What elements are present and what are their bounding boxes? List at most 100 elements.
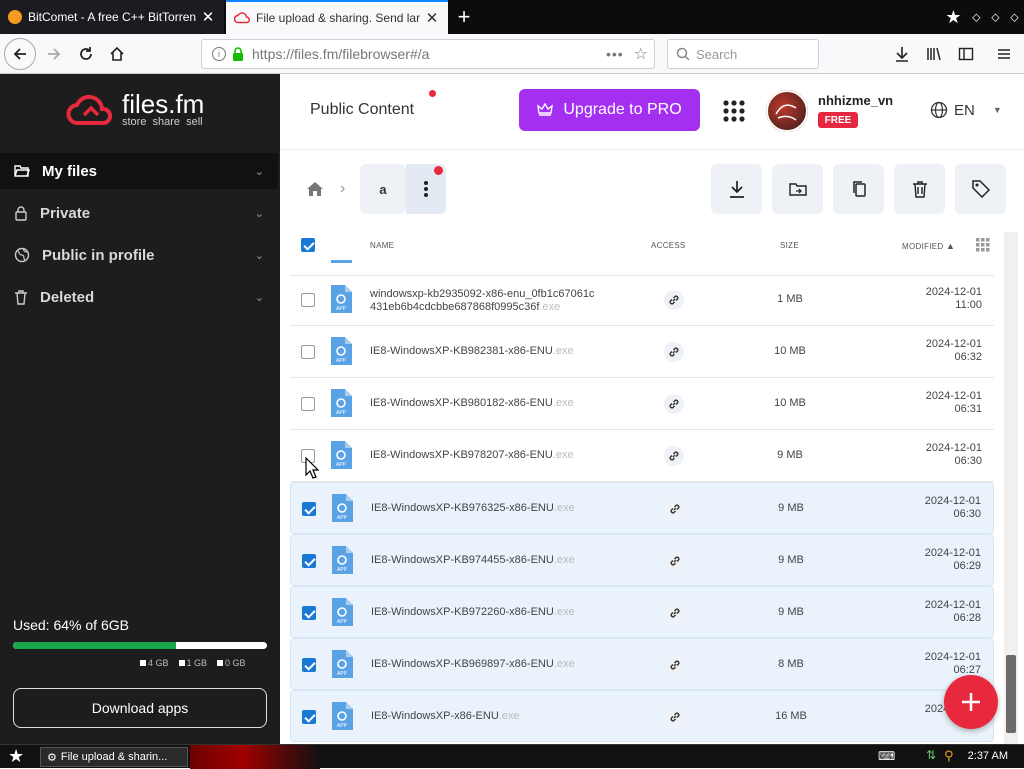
column-header-access[interactable]: ACCESS	[651, 241, 686, 250]
downloads-button[interactable]	[886, 38, 918, 70]
back-button[interactable]	[4, 38, 36, 70]
breadcrumb-current-folder[interactable]: a	[360, 164, 406, 214]
table-row[interactable]: APP IE8-WindowsXP-KB974455-x86-ENU.exe 9 M…	[290, 534, 994, 586]
browser-tab-bitcomet[interactable]: BitComet - A free C++ BitTorrent ... ✕	[0, 0, 224, 34]
table-row[interactable]: APP IE8-WindowsXP-KB972260-x86-ENU.exe 9 M…	[290, 586, 994, 638]
row-checkbox[interactable]	[302, 658, 316, 672]
tag-button[interactable]	[955, 164, 1006, 214]
sidebar-item-deleted[interactable]: Deleted ⌄	[0, 279, 278, 315]
reload-button[interactable]	[70, 38, 102, 70]
file-modified-date: 2024-12-01 06:30	[925, 442, 982, 467]
row-checkbox[interactable]	[302, 710, 316, 724]
share-link-icon[interactable]	[665, 655, 685, 675]
row-checkbox[interactable]	[302, 502, 316, 516]
url-bar[interactable]: i https://files.fm/filebrowser#/a ••• ☆	[201, 39, 655, 69]
avatar[interactable]	[766, 90, 808, 132]
file-name[interactable]: IE8-WindowsXP-x86-ENU.exe	[371, 710, 520, 722]
select-all-checkbox[interactable]	[301, 238, 315, 252]
copy-button[interactable]	[833, 164, 884, 214]
add-button[interactable]	[944, 675, 998, 729]
search-tray-icon[interactable]: ⚲	[944, 748, 954, 764]
language-label: EN	[954, 101, 975, 119]
delete-button[interactable]	[894, 164, 945, 214]
row-checkbox[interactable]	[301, 293, 315, 307]
exe-file-icon: APP	[330, 493, 354, 523]
share-link-icon[interactable]	[665, 603, 685, 623]
file-name[interactable]: windowsxp-kb2935092-x86-enu_0fb1c67061c 4…	[370, 288, 594, 314]
scrollbar-thumb[interactable]	[1006, 655, 1016, 733]
close-tab-icon[interactable]: ✕	[424, 10, 440, 27]
file-modified-date: 2024-12-01 06:29	[924, 547, 981, 572]
info-icon[interactable]: i	[212, 47, 226, 61]
table-row[interactable]: APP IE8-WindowsXP-KB980182-x86-ENU.exe 10 …	[290, 378, 994, 430]
file-name[interactable]: IE8-WindowsXP-KB969897-x86-ENU.exe	[371, 658, 575, 670]
search-bar[interactable]: Search	[667, 39, 819, 69]
file-size: 9 MB	[778, 606, 804, 618]
sidebar-item-my-files[interactable]: My files ⌄	[0, 153, 278, 189]
table-row[interactable]: APP IE8-WindowsXP-KB982381-x86-ENU.exe 10 …	[290, 326, 994, 378]
row-checkbox[interactable]	[301, 397, 315, 411]
keyboard-icon[interactable]: ⌨	[878, 749, 895, 763]
share-link-icon[interactable]	[665, 707, 685, 727]
row-checkbox[interactable]	[301, 345, 315, 359]
minimize-window-icon[interactable]: ⬦	[991, 10, 999, 25]
exe-file-icon: APP	[329, 260, 353, 264]
page-actions-icon[interactable]: •••	[606, 46, 624, 62]
row-checkbox[interactable]	[302, 606, 316, 620]
svg-text:APP: APP	[337, 515, 348, 521]
column-header-modified[interactable]: MODIFIED ▲	[902, 241, 955, 251]
column-header-name[interactable]: NAME	[370, 241, 394, 250]
taskbar-window-button[interactable]: ⚙ File upload & sharin...	[40, 747, 188, 767]
filesfm-logo[interactable]: files.fm store share sell	[66, 91, 204, 128]
start-star-icon[interactable]: ★	[8, 746, 24, 767]
table-row[interactable]: APP windowsxp-kb2935092-x86-enu_0fb1c6706…	[290, 274, 994, 326]
library-button[interactable]	[918, 38, 950, 70]
forward-button[interactable]	[38, 38, 70, 70]
close-tab-icon[interactable]: ✕	[200, 9, 216, 26]
column-header-size[interactable]: SIZE	[780, 241, 799, 250]
folder-move-icon	[788, 183, 807, 196]
share-link-icon[interactable]	[664, 290, 684, 310]
menu-button[interactable]	[988, 38, 1020, 70]
move-to-folder-button[interactable]	[772, 164, 823, 214]
file-modified-date: 2024-12-01 06:30	[924, 495, 981, 520]
username[interactable]: nhhizme_vn	[818, 93, 893, 108]
file-name[interactable]: IE8-WindowsXP-KB972260-x86-ENU.exe	[371, 606, 575, 618]
share-link-icon[interactable]	[665, 551, 685, 571]
browser-tab-filesfm[interactable]: File upload & sharing. Send large ... ✕	[226, 0, 448, 34]
file-name[interactable]: IE8-WindowsXP-KB982381-x86-ENU.exe	[370, 345, 574, 357]
file-name[interactable]: IE8-WindowsXP-KB980182-x86-ENU.exe	[370, 397, 574, 409]
file-name[interactable]: IE8-WindowsXP-KB974455-x86-ENU.exe	[371, 554, 575, 566]
restore-window-icon[interactable]: ⬦	[972, 10, 980, 25]
sidebar-toggle-button[interactable]	[950, 38, 982, 70]
taskbar-window-title: File upload & sharin...	[60, 751, 168, 763]
file-name[interactable]: IE8-WindowsXP-KB978207-x86-ENU.exe	[370, 449, 574, 461]
new-tab-button[interactable]: +	[452, 4, 476, 29]
upgrade-to-pro-button[interactable]: Upgrade to PRO	[519, 89, 700, 131]
bookmark-star-icon[interactable]: ☆	[634, 44, 648, 64]
table-row[interactable]: APP IE8-WindowsXP-KB976325-x86-ENU.exe 9 M…	[290, 482, 994, 534]
home-icon[interactable]	[306, 181, 324, 197]
crown-icon	[537, 103, 554, 116]
download-button[interactable]	[711, 164, 762, 214]
table-row[interactable]: APP IE8-WindowsXP-KB978207-x86-ENU.exe 9 M…	[290, 430, 994, 482]
table-row[interactable]: APPIE8-WindowsXP-x86-ENU.exe16 MB2024-12…	[290, 690, 994, 742]
network-icon[interactable]: ⇅	[926, 748, 936, 762]
share-link-icon[interactable]	[664, 446, 684, 466]
grid-view-icon[interactable]	[976, 238, 990, 252]
share-link-icon[interactable]	[665, 499, 685, 519]
share-link-icon[interactable]	[664, 342, 684, 362]
sidebar-item-public-in-profile[interactable]: Public in profile ⌄	[0, 237, 278, 273]
home-button[interactable]	[101, 38, 133, 70]
close-window-icon[interactable]: ⬦	[1010, 10, 1018, 25]
apps-grid-icon[interactable]	[722, 99, 746, 123]
sidebar-item-private[interactable]: Private ⌄	[0, 195, 278, 231]
row-checkbox[interactable]	[302, 554, 316, 568]
public-content-link[interactable]: Public Content	[310, 101, 414, 119]
language-selector[interactable]: EN ▼	[930, 101, 1002, 119]
storage-usage-bar	[13, 642, 267, 649]
share-link-icon[interactable]	[664, 394, 684, 414]
download-apps-button[interactable]: Download apps	[13, 688, 267, 728]
table-row[interactable]: APP IE8-WindowsXP-KB969897-x86-ENU.exe 8 M…	[290, 638, 994, 690]
file-name[interactable]: IE8-WindowsXP-KB976325-x86-ENU.exe	[371, 502, 575, 514]
